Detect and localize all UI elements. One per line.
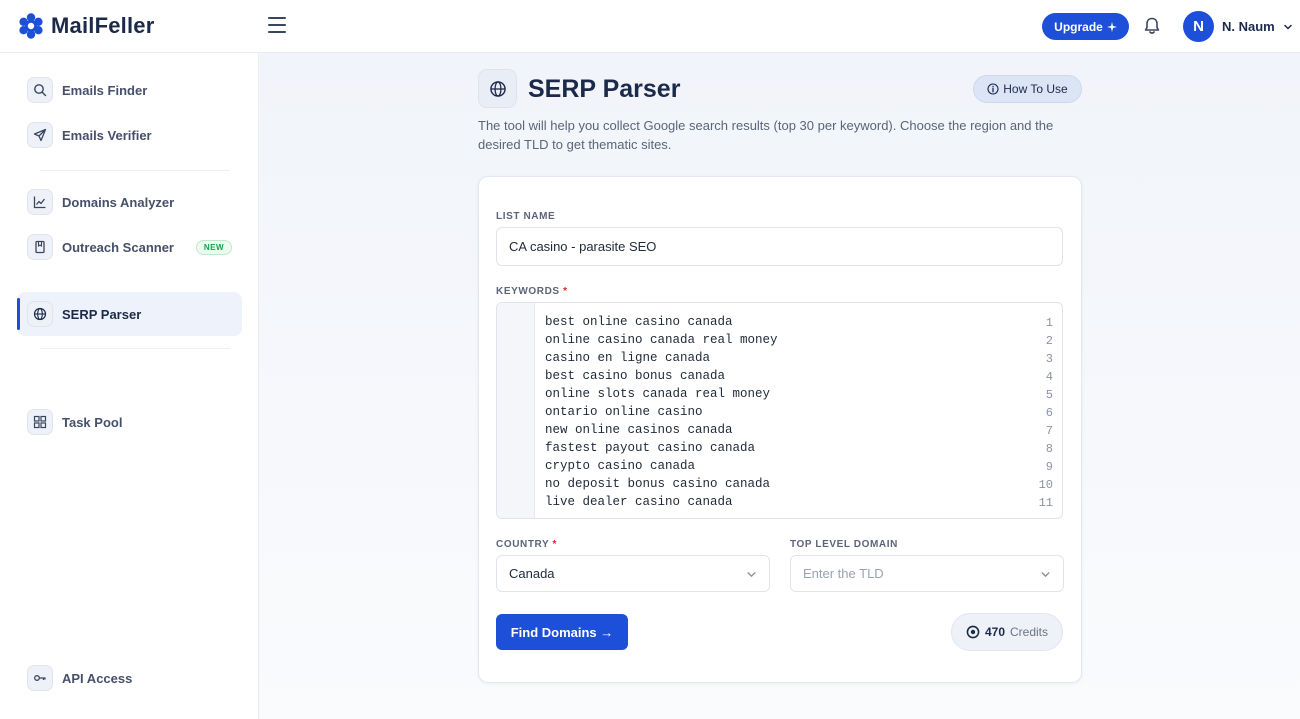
grid-icon [27, 409, 53, 435]
sidebar-divider [40, 348, 230, 349]
line-number: 5 [1045, 388, 1053, 402]
sidebar-item-label: SERP Parser [62, 306, 142, 322]
info-icon [987, 83, 999, 95]
keyword-line[interactable]: crypto casino canada [545, 459, 695, 473]
sparkle-icon [1106, 21, 1117, 32]
search-icon [27, 77, 53, 103]
find-domains-label: Find Domains → [510, 624, 614, 640]
keyword-line[interactable]: no deposit bonus casino canada [545, 477, 770, 491]
how-to-use-label: How To Use [1003, 82, 1068, 96]
flower-logo-icon [19, 13, 43, 39]
sidebar-item-serp-parser[interactable]: SERP Parser [17, 292, 242, 336]
new-badge: NEW [195, 239, 232, 255]
how-to-use-button[interactable]: How To Use [973, 75, 1082, 103]
line-number: 9 [1045, 460, 1053, 474]
keywords-label: KEYWORDS * [496, 286, 568, 297]
keyword-line[interactable]: best online casino canada [545, 315, 733, 329]
user-name: N. Naum [1222, 19, 1275, 34]
avatar: N [1183, 11, 1214, 42]
line-number-gutter [497, 303, 535, 518]
menu-toggle-icon[interactable] [268, 17, 286, 33]
line-number: 7 [1045, 424, 1053, 438]
coin-icon [966, 625, 980, 639]
country-value: Canada [509, 566, 555, 581]
user-menu[interactable]: N N. Naum [1183, 11, 1293, 42]
app-name: MailFeller [51, 13, 155, 38]
line-number: 6 [1045, 406, 1053, 420]
sidebar-item-outreach-scanner[interactable]: Outreach Scanner NEW [17, 225, 242, 269]
keyword-line[interactable]: ontario online casino [545, 405, 703, 419]
upgrade-label: Upgrade [1054, 19, 1103, 34]
sidebar-item-label: Emails Verifier [62, 127, 152, 143]
keyword-line[interactable]: best casino bonus canada [545, 369, 725, 383]
line-number: 10 [1038, 478, 1053, 492]
find-domains-button[interactable]: Find Domains → [496, 614, 628, 650]
globe-icon [27, 301, 53, 327]
keywords-editor[interactable]: 1 2 3 4 5 6 7 8 9 10 11 best online casi… [496, 302, 1063, 519]
sidebar-item-api-access[interactable]: API Access [17, 656, 242, 700]
keyword-line[interactable]: live dealer casino canada [545, 495, 733, 509]
sidebar-item-label: API Access [62, 670, 133, 686]
country-select[interactable]: Canada [496, 555, 770, 592]
sidebar-divider [40, 170, 230, 171]
chevron-down-icon [1041, 572, 1050, 578]
bookmark-icon [27, 234, 53, 260]
sidebar-item-label: Emails Finder [62, 82, 148, 98]
chart-line-icon [27, 189, 53, 215]
credits-badge: 470 Credits [951, 613, 1063, 651]
sidebar-item-emails-verifier[interactable]: Emails Verifier [17, 113, 242, 157]
top-header: MailFeller Upgrade N N. Naum [0, 0, 1300, 53]
bell-icon[interactable] [1142, 16, 1162, 36]
line-number: 11 [1038, 496, 1053, 510]
sidebar-item-task-pool[interactable]: Task Pool [17, 400, 242, 444]
line-number: 2 [1045, 334, 1053, 348]
tld-select[interactable]: Enter the TLD [790, 555, 1064, 592]
sidebar-item-label: Task Pool [62, 414, 123, 430]
keyword-line[interactable]: new online casinos canada [545, 423, 733, 437]
keyword-line[interactable]: fastest payout casino canada [545, 441, 755, 455]
line-number: 1 [1045, 316, 1053, 330]
keyword-line[interactable]: online casino canada real money [545, 333, 778, 347]
sidebar-item-emails-finder[interactable]: Emails Finder [17, 68, 242, 112]
tld-placeholder: Enter the TLD [803, 566, 884, 581]
credits-label: Credits [1010, 625, 1049, 639]
sidebar-item-domains-analyzer[interactable]: Domains Analyzer [17, 180, 242, 224]
chevron-down-icon [1283, 24, 1292, 30]
line-number: 3 [1045, 352, 1053, 366]
sidebar-item-label: Outreach Scanner [62, 239, 174, 255]
keyword-line[interactable]: casino en ligne canada [545, 351, 710, 365]
chevron-down-icon [747, 572, 756, 578]
tld-label: TOP LEVEL DOMAIN [790, 539, 898, 550]
keyword-line[interactable]: online slots canada real money [545, 387, 770, 401]
country-label: COUNTRY * [496, 539, 557, 550]
list-name-input[interactable] [496, 227, 1063, 266]
page-description: The tool will help you collect Google se… [478, 118, 1054, 152]
line-number: 4 [1045, 370, 1053, 384]
upgrade-button[interactable]: Upgrade [1042, 13, 1129, 40]
credits-count: 470 [984, 625, 1005, 639]
globe-icon [478, 69, 517, 108]
list-name-label: LIST NAME [496, 211, 556, 222]
line-number: 8 [1045, 442, 1053, 456]
app-logo[interactable]: MailFeller [17, 12, 154, 40]
key-icon [27, 665, 53, 691]
sidebar-item-label: Domains Analyzer [62, 194, 175, 210]
page-title: SERP Parser [528, 75, 681, 103]
send-icon [27, 122, 53, 148]
